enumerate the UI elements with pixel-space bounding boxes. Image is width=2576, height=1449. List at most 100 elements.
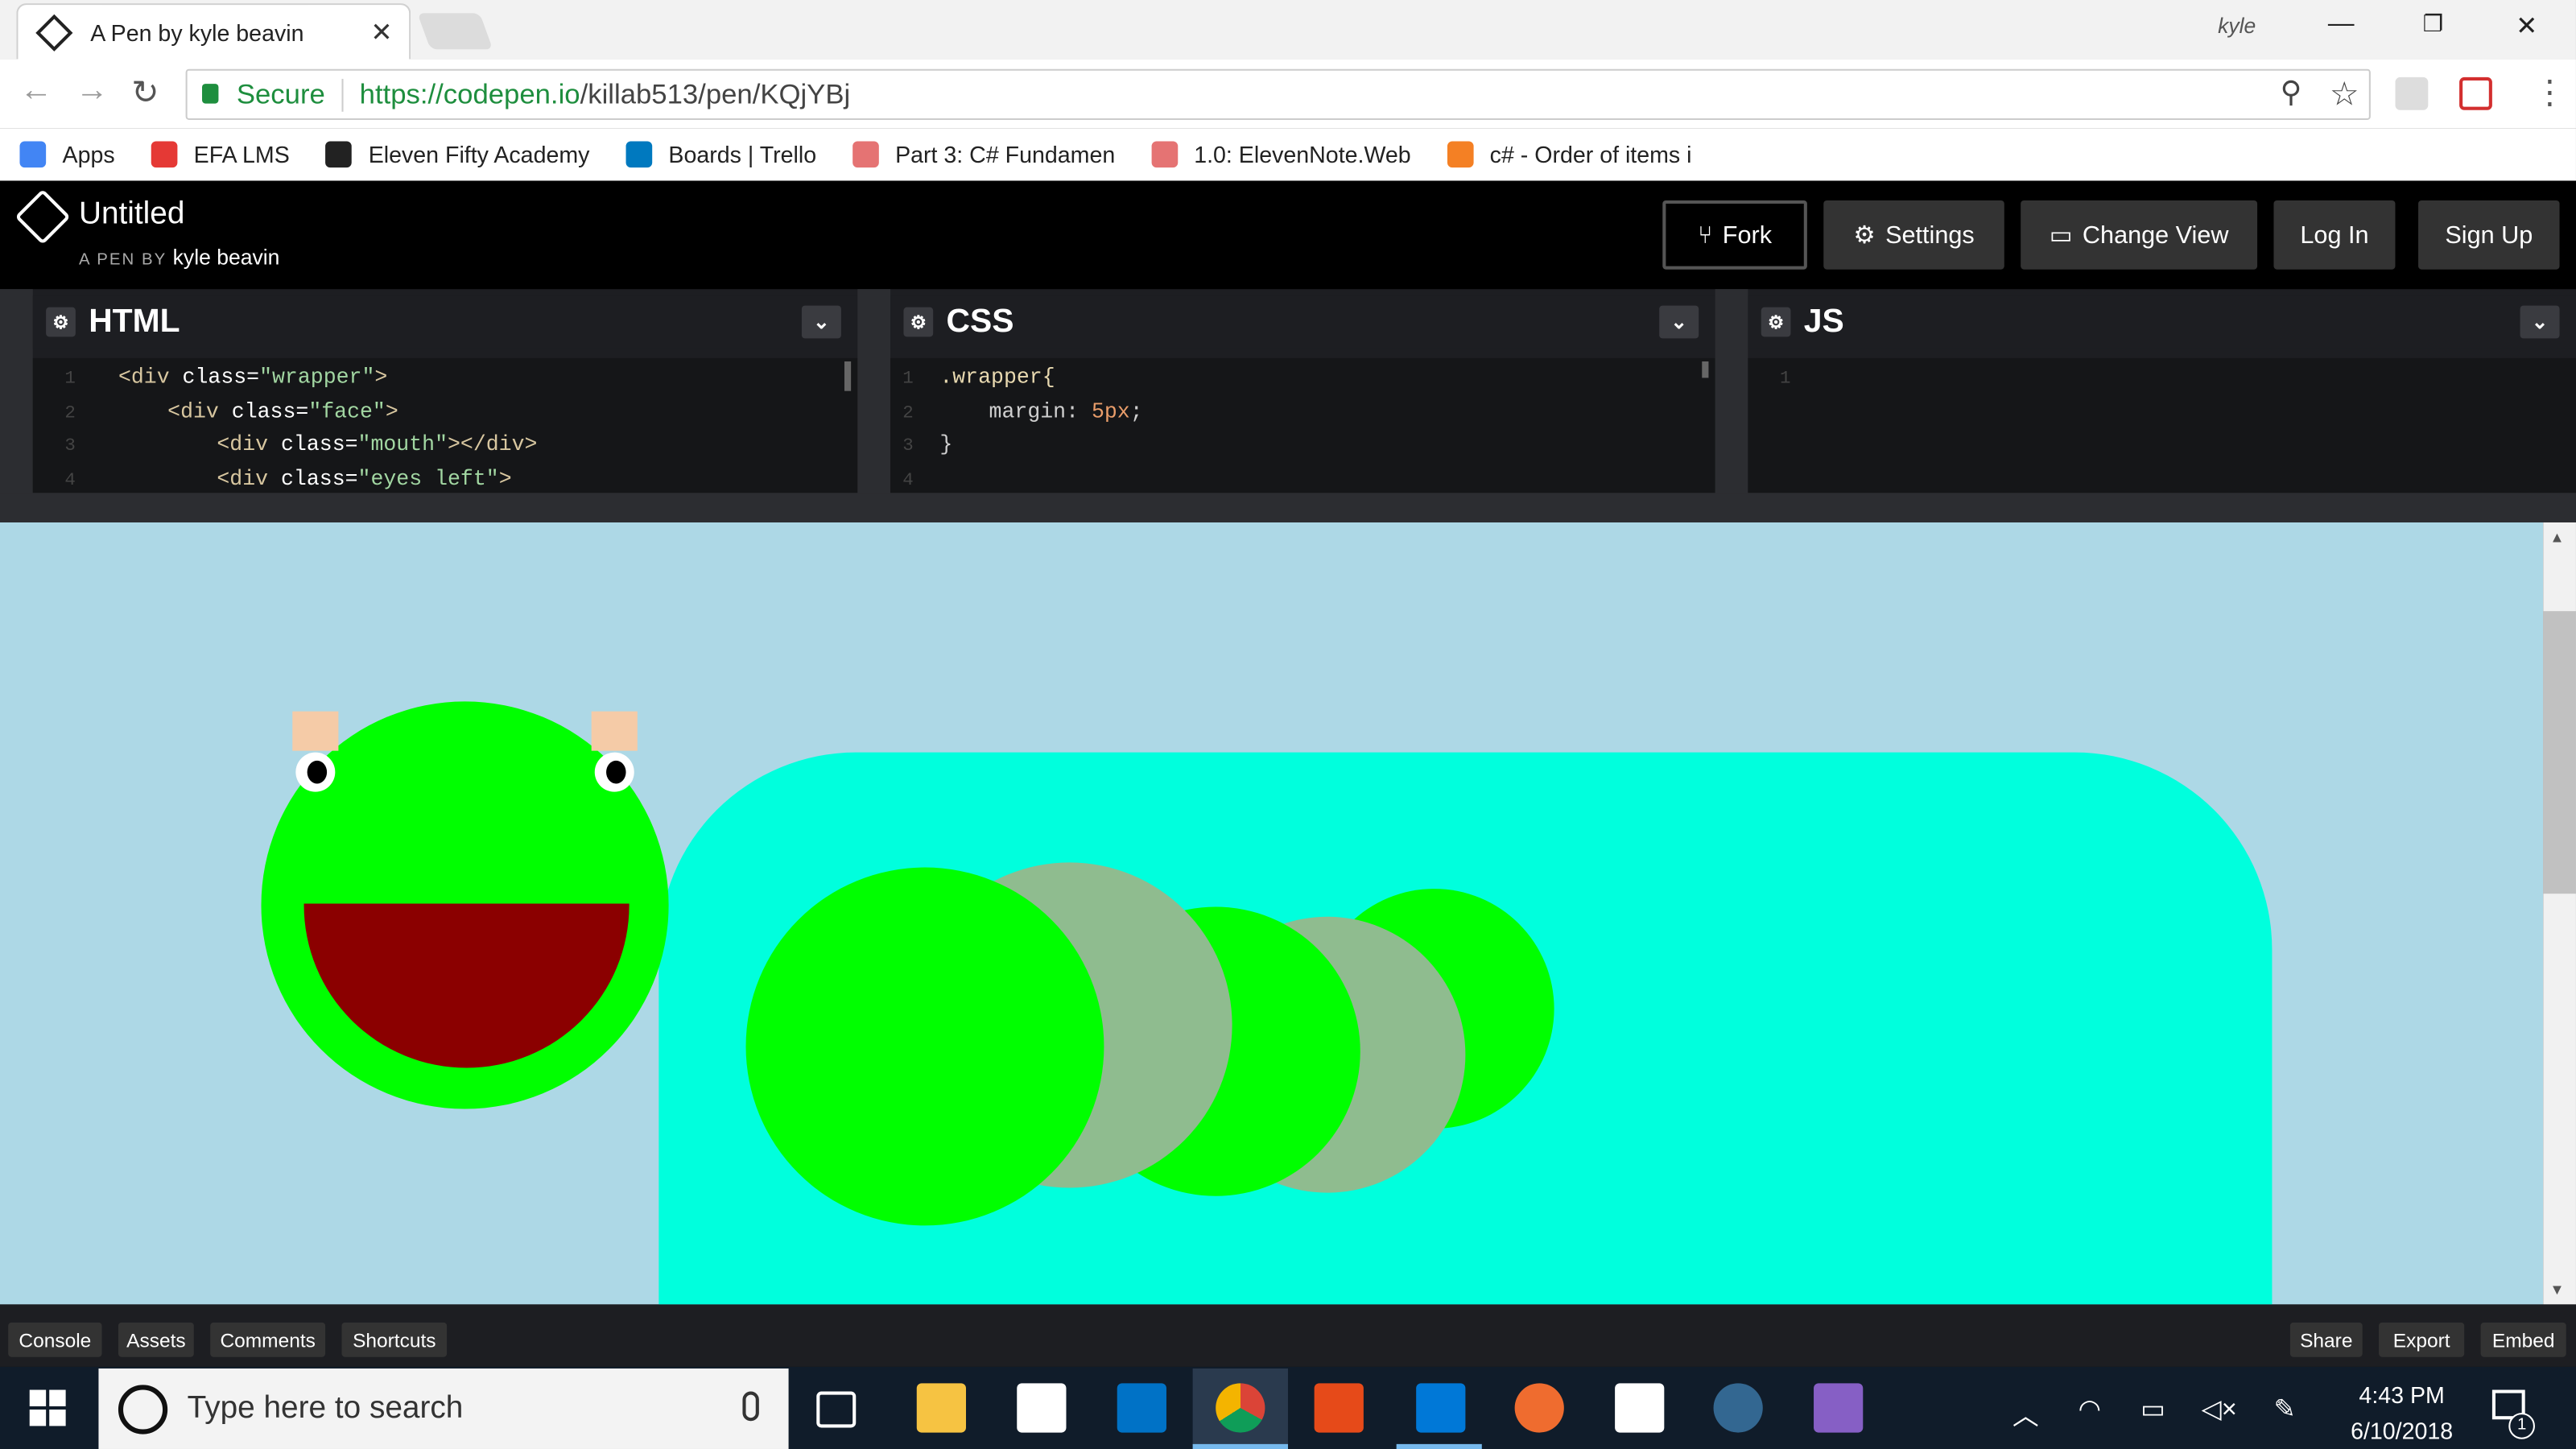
bookmark-item[interactable]: Eleven Fifty Academy: [325, 141, 589, 168]
bookmark-favicon-icon: [151, 141, 178, 168]
taskbar-search-box[interactable]: Type here to search: [98, 1368, 789, 1449]
html-code-editor[interactable]: 1 <div class="wrapper"> 2 <div class="face…: [32, 357, 858, 497]
microphone-icon[interactable]: [742, 1391, 759, 1422]
profile-name[interactable]: kyle: [2218, 13, 2256, 38]
pen-icon[interactable]: ✎: [2273, 1393, 2295, 1426]
bookmark-label: Part 3: C# Fundamen: [895, 141, 1116, 168]
postman-icon[interactable]: [1514, 1383, 1564, 1433]
pen-title[interactable]: Untitled: [79, 197, 184, 233]
pen-byline: A PEN BY kyle beavin: [79, 245, 279, 270]
bookmark-item[interactable]: EFA LMS: [151, 141, 290, 168]
css-settings-icon[interactable]: ⚙: [903, 307, 934, 337]
preview-scroll-thumb[interactable]: [2543, 611, 2576, 894]
fork-button[interactable]: ⑂ Fork: [1662, 200, 1807, 270]
scroll-up-arrow-icon[interactable]: ▲: [2549, 529, 2564, 545]
volume-muted-icon[interactable]: ◁×: [2202, 1393, 2237, 1426]
editor-left-gutter: [0, 289, 33, 497]
search-placeholder: Type here to search: [187, 1390, 464, 1426]
store-icon[interactable]: [1017, 1383, 1067, 1433]
window-close-icon[interactable]: ✕: [2502, 10, 2551, 43]
scroll-down-arrow-icon[interactable]: ▼: [2549, 1282, 2564, 1298]
secure-label: Secure: [236, 77, 325, 109]
change-view-button[interactable]: ▭ Change View: [2021, 200, 2258, 270]
code-line: 2 margin: 5px;: [902, 398, 1143, 423]
code-line: 1: [1779, 369, 1791, 390]
chrome-icon[interactable]: [1216, 1383, 1265, 1433]
editor-resize-bar[interactable]: [0, 493, 2576, 522]
bookmark-favicon-icon: [325, 141, 353, 168]
settings-label: Settings: [1885, 221, 1975, 250]
css-scroll-thumb[interactable]: [1702, 361, 1709, 378]
address-bar[interactable]: Secure https://codepen.io /killab513/pen…: [185, 68, 2371, 120]
js-pane-title: JS: [1803, 303, 1844, 340]
office-icon[interactable]: [1314, 1383, 1364, 1433]
battery-icon[interactable]: ▭: [2140, 1393, 2165, 1426]
css-pane[interactable]: ⚙ CSS ⌄ 1 .wrapper{ 2 margin: 5px; 3} 4: [890, 295, 1715, 497]
bookmark-item[interactable]: 1.0: ElevenNote.Web: [1151, 141, 1411, 168]
menu-icon[interactable]: ⋮: [2533, 72, 2566, 114]
back-icon[interactable]: ←: [19, 72, 52, 110]
url-host: https://codepen.io: [359, 77, 580, 109]
code-line: 3 <div class="mouth"></div>: [64, 431, 538, 457]
html-scroll-thumb[interactable]: [844, 361, 852, 391]
bookmarks-bar: Apps EFA LMS Eleven Fifty Academy Boards | …: [0, 128, 2576, 181]
html-pane[interactable]: ⚙ HTML ⌄ 1 <div class="wrapper"> 2 <div cl…: [32, 295, 858, 497]
slack-icon[interactable]: [1615, 1383, 1665, 1433]
pen-author[interactable]: kyle beavin: [173, 245, 280, 270]
pane-divider[interactable]: [857, 289, 891, 497]
right-ear: [591, 711, 638, 751]
js-pane[interactable]: ⚙ JS ⌄ 1: [1748, 295, 2576, 497]
bookmark-item[interactable]: Apps: [19, 141, 115, 168]
bookmark-item[interactable]: Boards | Trello: [625, 141, 816, 168]
html-settings-icon[interactable]: ⚙: [46, 307, 76, 337]
left-ear: [292, 711, 339, 751]
new-tab-button[interactable]: [417, 13, 493, 50]
css-code-editor[interactable]: 1 .wrapper{ 2 margin: 5px; 3} 4: [890, 357, 1715, 497]
taskbar-clock[interactable]: 4:43 PM 6/10/2018: [2330, 1377, 2475, 1449]
restore-icon[interactable]: ❐: [2409, 10, 2458, 38]
share-button[interactable]: Share: [2289, 1322, 2363, 1357]
login-button[interactable]: Log In: [2273, 200, 2396, 270]
js-code-editor[interactable]: 1: [1748, 357, 2576, 497]
forward-icon[interactable]: →: [76, 72, 109, 110]
task-view-icon[interactable]: [816, 1391, 857, 1428]
left-pupil: [307, 760, 328, 784]
browser-tab[interactable]: A Pen by kyle beavin ✕: [16, 3, 411, 60]
minimize-icon[interactable]: —: [2317, 10, 2366, 39]
clock-time: 4:43 PM: [2359, 1381, 2445, 1408]
visual-studio-icon[interactable]: [1814, 1383, 1864, 1433]
html-pane-title: HTML: [89, 303, 180, 340]
comments-button[interactable]: Comments: [210, 1322, 326, 1357]
postgres-icon[interactable]: [1713, 1383, 1763, 1433]
signup-button[interactable]: Sign Up: [2418, 200, 2560, 270]
js-settings-icon[interactable]: ⚙: [1761, 307, 1791, 337]
code-line: 1 .wrapper{: [902, 365, 1055, 390]
codepen-favicon-icon: [35, 13, 73, 51]
export-button[interactable]: Export: [2379, 1322, 2465, 1357]
js-collapse-chevron-icon[interactable]: ⌄: [2520, 305, 2560, 339]
bookmark-item[interactable]: c# - Order of items i: [1447, 141, 1692, 168]
extension-icon[interactable]: [2395, 76, 2429, 110]
reload-icon[interactable]: ↻: [131, 72, 159, 114]
bookmark-star-icon[interactable]: ☆: [2330, 74, 2359, 115]
embed-button[interactable]: Embed: [2480, 1322, 2566, 1357]
windows-start-icon[interactable]: [29, 1389, 66, 1426]
css-collapse-chevron-icon[interactable]: ⌄: [1659, 305, 1699, 339]
bookmark-label: c# - Order of items i: [1489, 141, 1692, 168]
assets-button[interactable]: Assets: [118, 1322, 194, 1357]
shortcuts-button[interactable]: Shortcuts: [341, 1322, 448, 1357]
show-hidden-icons-icon[interactable]: ︿: [2013, 1393, 2039, 1433]
css-pane-title: CSS: [946, 303, 1014, 340]
file-explorer-icon[interactable]: [916, 1383, 966, 1433]
zoom-icon[interactable]: ⚲: [2281, 76, 2302, 110]
bookmark-item[interactable]: Part 3: C# Fundamen: [852, 141, 1116, 168]
settings-button[interactable]: ⚙ Settings: [1823, 200, 2004, 270]
wifi-icon[interactable]: ◠: [2079, 1393, 2102, 1426]
tab-close-icon[interactable]: ✕: [370, 16, 392, 49]
html-collapse-chevron-icon[interactable]: ⌄: [801, 305, 841, 339]
vscode-icon[interactable]: [1416, 1383, 1466, 1433]
console-button[interactable]: Console: [8, 1322, 102, 1357]
pane-divider[interactable]: [1715, 289, 1748, 497]
pocket-icon[interactable]: [2459, 76, 2492, 110]
outlook-icon[interactable]: [1117, 1383, 1166, 1433]
